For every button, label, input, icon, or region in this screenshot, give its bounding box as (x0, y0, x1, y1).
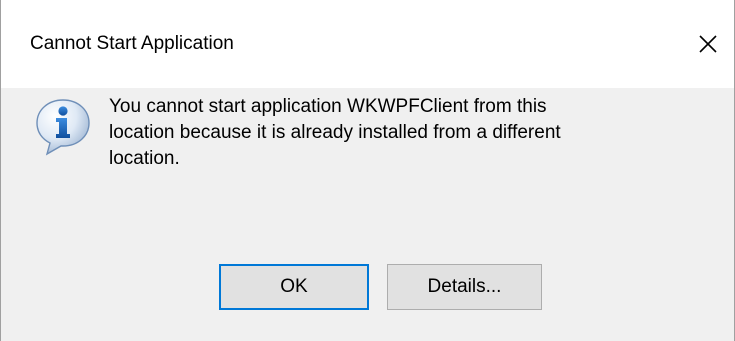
information-icon (36, 99, 90, 156)
close-button[interactable] (681, 22, 735, 66)
dialog-message: You cannot start application WKWPFClient… (109, 94, 709, 172)
dialog-content: You cannot start application WKWPFClient… (1, 88, 734, 341)
message-line: You cannot start application WKWPFClient… (109, 96, 547, 117)
message-line: location because it is already installed… (109, 122, 561, 143)
message-line: location. (109, 148, 180, 169)
close-icon (699, 35, 717, 53)
details-button[interactable]: Details... (387, 264, 542, 310)
cannot-start-application-dialog: Cannot Start Application You cannot star… (0, 0, 735, 341)
title-bar: Cannot Start Application (1, 0, 734, 88)
ok-button[interactable]: OK (219, 264, 369, 310)
dialog-title: Cannot Start Application (30, 33, 234, 54)
